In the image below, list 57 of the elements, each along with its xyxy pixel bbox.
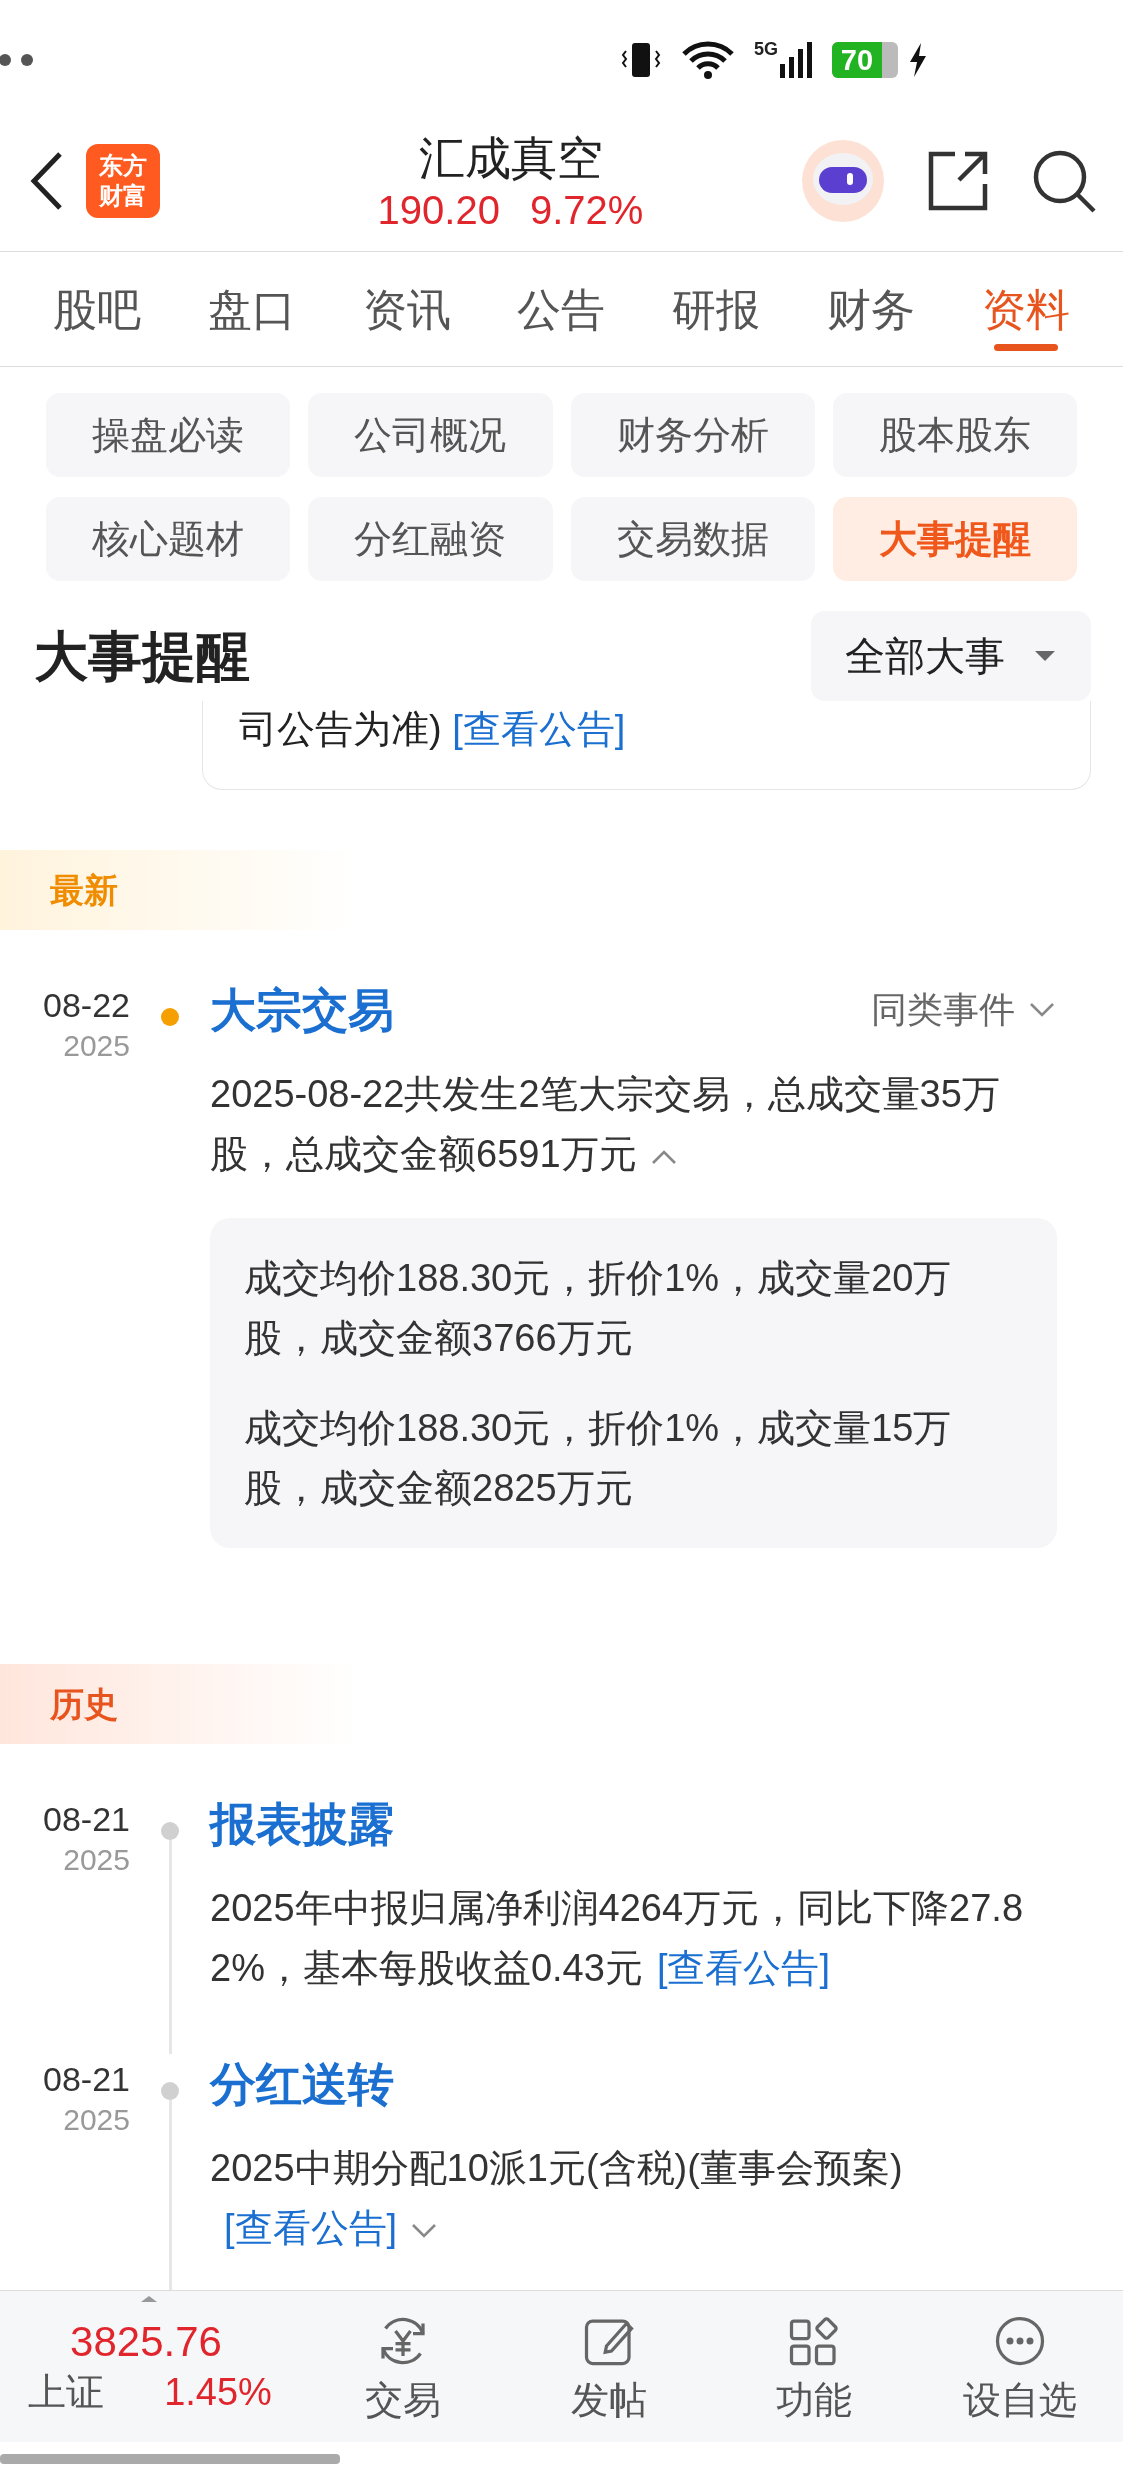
section-button[interactable]: 分红融资: [308, 497, 553, 581]
network-label: 5G: [754, 40, 778, 58]
stock-name: 汇成真空: [418, 130, 603, 186]
event-date: 08-21: [43, 1799, 130, 1840]
index-name: 上证: [28, 2369, 105, 2415]
event-date: 08-22: [43, 985, 130, 1026]
group-label: 最新: [50, 869, 118, 911]
signal-icon: [780, 40, 814, 80]
section-button[interactable]: 财务分析: [570, 393, 815, 477]
nav-tab[interactable]: 财务: [818, 263, 923, 355]
section-button[interactable]: 操盘必读: [46, 393, 291, 477]
event-summary: 2025年中报归属净利润4264万元，同比下降27.82%，基本每股收益0.43元 [查看公告]: [210, 1886, 1025, 1991]
trade-detail: 成交均价188.30元，折价1%，成交量20万股，成交金额3766万元: [244, 1256, 953, 1361]
group-label: 历史: [50, 1683, 118, 1725]
caret-icon: [1033, 649, 1057, 663]
expand-caret-icon[interactable]: [140, 2294, 158, 2303]
dots-icon: [0, 53, 36, 67]
price-change: 9.72%: [529, 186, 644, 233]
app-logo: 东方财富: [86, 143, 160, 218]
event-title: 分红送转: [210, 2056, 394, 2112]
nav-tab[interactable]: 研报: [664, 263, 769, 355]
nav-tab[interactable]: 股吧: [45, 263, 150, 355]
bottom-nav-item[interactable]: 发帖: [505, 2310, 712, 2423]
filter-dropdown[interactable]: 全部大事: [811, 611, 1091, 701]
nav-tab[interactable]: 公告: [509, 263, 614, 355]
section-button[interactable]: 交易数据: [570, 497, 815, 581]
event-year: 2025: [63, 1028, 130, 1064]
event-summary: 2025-08-22共发生2笔大宗交易，总成交量35万股，总成交金额6591万元: [210, 1072, 1001, 1177]
charging-icon: [908, 42, 928, 78]
battery-indicator: 70: [832, 42, 898, 78]
event-summary: 2025中期分配10派1元(含税)(董事会预案) [查看公告]: [210, 2146, 904, 2251]
index-change: 1.45%: [164, 2369, 272, 2415]
event-date: 08-21: [43, 2059, 130, 2100]
trade-detail: 成交均价188.30元，折价1%，成交量15万股，成交金额2825万元: [244, 1406, 953, 1511]
section-button[interactable]: 核心题材: [46, 497, 291, 581]
announcement-link[interactable]: [查看公告]: [452, 708, 626, 750]
page-title: 大事提醒: [34, 624, 250, 688]
announcement-link[interactable]: [查看公告]: [656, 1947, 830, 1989]
nav-tab[interactable]: 资讯: [354, 263, 459, 355]
similar-events-button[interactable]: 同类事件: [871, 983, 1057, 1037]
announcement-link[interactable]: [查看公告]: [224, 2207, 398, 2249]
section-button[interactable]: 股本股东: [832, 393, 1077, 477]
event-year: 2025: [63, 2102, 130, 2138]
event-title: 报表披露: [210, 1796, 394, 1852]
robot-avatar-icon[interactable]: [801, 138, 885, 223]
bottom-nav-item[interactable]: 设自选: [917, 2310, 1123, 2423]
bottom-nav-item[interactable]: 交易: [300, 2310, 506, 2423]
nav-tab[interactable]: 盘口: [200, 263, 305, 355]
event-title: 大宗交易: [210, 982, 394, 1038]
index-value: 3825.76: [70, 2316, 222, 2367]
wifi-icon: [680, 40, 736, 80]
event-text: 司公告为准): [239, 708, 442, 750]
event-year: 2025: [63, 1842, 130, 1878]
bottom-nav-item[interactable]: 功能: [711, 2310, 918, 2423]
section-button[interactable]: 公司概况: [308, 393, 553, 477]
stock-price: 190.20: [377, 186, 500, 233]
nav-tab[interactable]: 资料: [973, 263, 1078, 355]
